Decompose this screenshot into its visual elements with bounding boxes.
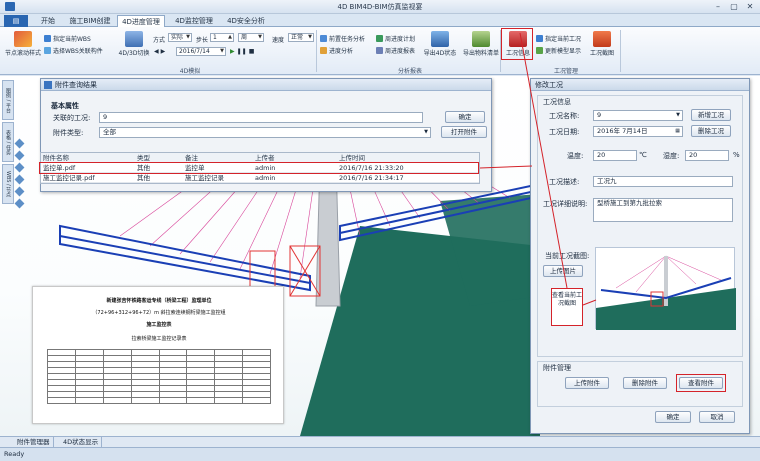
- bottom-dock-tabs: 附件管理器 4D状态显示: [0, 436, 760, 448]
- app-window: 4D BIM4D-BIM仿真监视宴 – ▢ ✕ ▤ 开始 施工BIM创建 4D进…: [0, 0, 760, 461]
- callout-arrows: [479, 32, 597, 306]
- status-bar: Ready: [0, 447, 760, 461]
